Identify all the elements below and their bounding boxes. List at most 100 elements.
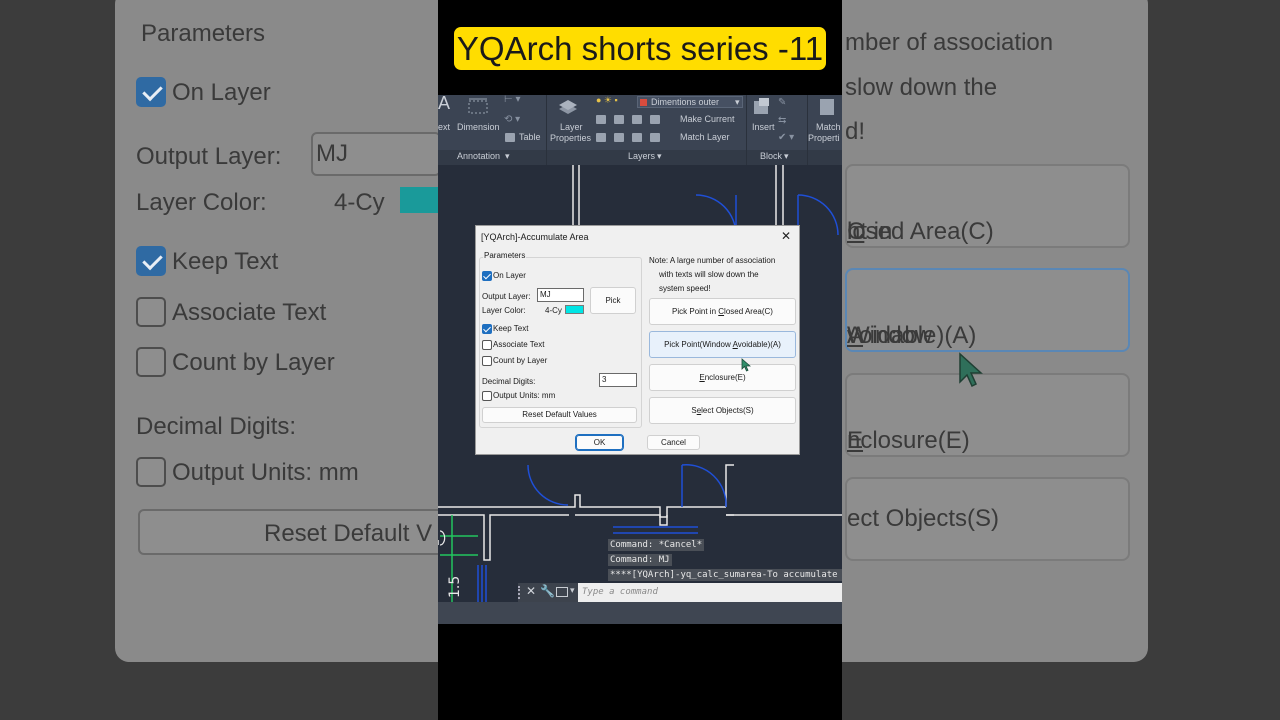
keep-text-checkbox[interactable] — [482, 324, 492, 334]
associate-text-checkbox[interactable] — [482, 340, 492, 350]
output-units-checkbox[interactable] — [482, 391, 492, 401]
decimal-digits-input[interactable]: 3 — [599, 373, 637, 387]
block-panel-bar[interactable]: Block ▾ — [747, 150, 807, 165]
match-properties-label-2[interactable]: Properti — [808, 133, 840, 143]
bg-associate-checkbox — [136, 297, 166, 327]
wrench-icon[interactable]: 🔧 — [540, 584, 555, 598]
mouse-cursor-icon — [741, 358, 751, 372]
button-text: Pick Point in — [672, 307, 719, 316]
layer-properties-label-1[interactable]: Layer — [560, 122, 583, 132]
match-layer-button[interactable]: Match Layer — [680, 132, 730, 142]
bg-keep-text-checkbox — [136, 246, 166, 276]
annotation-panel-bar[interactable]: Annotation ▾ — [438, 150, 546, 165]
button-text: Pick Point(Window — [664, 340, 733, 349]
bg-enclosure-button: Enclosure(E) — [845, 373, 1130, 457]
bg-associate-label: Associate Text — [172, 299, 327, 326]
properties-panel-bar[interactable] — [808, 150, 842, 165]
dimension-label[interactable]: Dimension — [457, 122, 500, 132]
pick-point-closed-area-button[interactable]: Pick Point in Closed Area(C) — [649, 298, 796, 325]
layer-tool-icon[interactable] — [650, 133, 660, 142]
layer-dropdown[interactable]: Dimentions outer ▾ — [637, 96, 743, 108]
bg-on-layer-checkbox — [136, 77, 166, 107]
insert-label[interactable]: Insert — [752, 122, 775, 132]
reset-default-values-button[interactable]: Reset Default Values — [482, 407, 637, 423]
ok-button[interactable]: OK — [575, 434, 624, 451]
layer-color-indicator — [640, 99, 647, 106]
markup-icon[interactable]: ⟲ ▾ — [504, 114, 520, 125]
text-tool-icon[interactable]: A — [438, 93, 450, 114]
table-icon[interactable] — [505, 133, 515, 142]
chevron-down-icon: ▾ — [735, 97, 740, 107]
bg-layer-color-label: Layer Color: — [136, 189, 267, 216]
bg-cursor-icon — [959, 352, 983, 388]
button-text: lect Objects(S) — [701, 406, 754, 415]
count-by-layer-checkbox[interactable] — [482, 356, 492, 366]
insert-icon[interactable] — [751, 96, 773, 118]
layers-panel-bar[interactable]: Layers ▾ — [547, 150, 746, 165]
associate-text-label: Associate Text — [493, 340, 545, 349]
layer-properties-icon[interactable] — [556, 95, 580, 119]
dimension-icon[interactable] — [466, 97, 490, 117]
block-tool-icon[interactable]: ✎ — [778, 97, 786, 108]
table-label[interactable]: Table — [519, 132, 541, 142]
layer-tool-icon[interactable] — [632, 115, 642, 124]
command-history-line: Command: *Cancel* — [608, 539, 705, 551]
layer-tool-icon[interactable] — [596, 133, 606, 142]
layer-tool-icon[interactable] — [632, 133, 642, 142]
command-history-line: ****[YQArch]-yq_calc_sumarea-To accumula… — [608, 569, 842, 581]
count-by-layer-label: Count by Layer — [493, 356, 548, 365]
layer-color-label: Layer Color: — [482, 306, 526, 315]
layer-tool-icon[interactable] — [614, 133, 624, 142]
layer-tool-icon[interactable] — [650, 115, 660, 124]
command-prompt-icon[interactable] — [556, 587, 568, 597]
layer-color-value: 4-Cy — [545, 306, 562, 315]
block-tool-icon[interactable]: ⇆ — [778, 115, 786, 126]
layer-color-swatch[interactable] — [565, 305, 584, 314]
layer-tool-icon[interactable] — [614, 115, 624, 124]
enclosure-button[interactable]: Enclosure(E) — [649, 364, 796, 391]
command-input[interactable]: Type a command — [578, 583, 842, 602]
match-properties-label-1[interactable]: Match — [816, 122, 841, 132]
on-layer-checkbox[interactable] — [482, 271, 492, 281]
layer-tool-icon[interactable] — [596, 115, 606, 124]
bg-keep-text-label: Keep Text — [172, 248, 279, 275]
block-tool-icon[interactable]: ✔ ▾ — [778, 132, 794, 143]
bg-btn4-partial: ect Objects(S) — [847, 505, 1000, 532]
performance-note: Note: A large number of association with… — [649, 254, 799, 296]
close-icon[interactable]: ✕ — [526, 584, 536, 598]
on-layer-label: On Layer — [493, 271, 526, 280]
button-text: losed Area(C) — [724, 307, 773, 316]
screen: Parameters On Layer Output Layer: MJ Lay… — [0, 0, 1280, 720]
chevron-down-icon[interactable]: ▾ — [570, 585, 575, 596]
output-layer-input[interactable]: MJ — [537, 288, 584, 302]
layer-properties-label-2[interactable]: Properties — [550, 133, 591, 143]
note-line: Note: A large number of association — [649, 256, 776, 265]
pick-point-window-avoidable-button[interactable]: Pick Point(Window Avoidable)(A) — [649, 331, 796, 358]
bg-units-checkbox — [136, 457, 166, 487]
select-objects-button[interactable]: Select Objects(S) — [649, 397, 796, 424]
parameters-group-title: Parameters — [483, 251, 527, 260]
cancel-button[interactable]: Cancel — [647, 435, 700, 450]
bg-color-swatch — [400, 187, 440, 213]
match-properties-icon[interactable] — [816, 96, 838, 118]
pick-button[interactable]: Pick — [590, 287, 636, 314]
command-history-line: Command: MJ — [608, 554, 672, 566]
bg-reset-label: Reset Default V — [264, 520, 433, 547]
drag-handle-icon[interactable] — [518, 586, 524, 599]
series-banner: YQArch shorts series -11 — [454, 27, 826, 70]
text-tool-label[interactable]: ext — [438, 122, 450, 132]
note-line: system speed! — [659, 284, 711, 293]
bg-btn1-rest: losed Area(C) — [847, 218, 994, 245]
keep-text-label: Keep Text — [493, 324, 529, 333]
output-layer-label: Output Layer: — [482, 292, 531, 301]
layers-panel-label: Layers — [628, 151, 656, 161]
layer-state-icons[interactable]: ● ☀ ▪ — [596, 95, 618, 106]
bg-closed-area-button: nt in Closed Area(C) — [845, 164, 1130, 248]
chevron-down-icon: ▾ — [784, 151, 789, 161]
chevron-down-icon: ▾ — [505, 151, 510, 161]
make-current-button[interactable]: Make Current — [680, 114, 735, 124]
leader-icon[interactable]: ⊢ ▾ — [504, 94, 521, 105]
close-icon[interactable]: ✕ — [779, 229, 793, 243]
chevron-down-icon: ▾ — [657, 151, 662, 161]
layer-dropdown-value: Dimentions outer — [651, 97, 720, 107]
